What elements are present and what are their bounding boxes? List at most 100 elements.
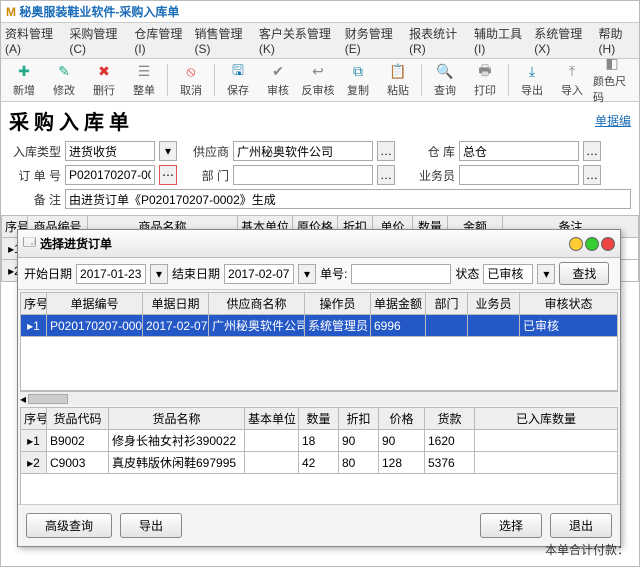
toolbar-反审核[interactable]: ↩反审核 bbox=[299, 62, 337, 98]
supplier-input[interactable] bbox=[233, 141, 373, 161]
toolbar-审核[interactable]: ✔审核 bbox=[259, 62, 297, 98]
exit-button[interactable]: 退出 bbox=[550, 513, 612, 538]
toolbar-取消[interactable]: ⦸取消 bbox=[172, 62, 210, 98]
select-button[interactable]: 选择 bbox=[480, 513, 542, 538]
toolbar-整单[interactable]: ☰整单 bbox=[125, 62, 163, 98]
row-marker: ▸ bbox=[8, 264, 14, 278]
toolbar: ✚新增✎修改✖删行☰整单⦸取消🖫保存✔审核↩反审核⧉复制📋粘贴🔍查询🖶打印⤓导出… bbox=[1, 59, 639, 102]
emp-input[interactable] bbox=[459, 165, 579, 185]
toolbar-粘贴[interactable]: 📋粘贴 bbox=[379, 62, 417, 98]
dept-input[interactable] bbox=[233, 165, 373, 185]
复制-icon: ⧉ bbox=[349, 63, 367, 81]
menu-item[interactable]: 辅助工具(I) bbox=[474, 25, 527, 56]
order-input[interactable] bbox=[65, 165, 155, 185]
total-label: 本单合计付款： bbox=[545, 541, 629, 558]
取消-icon: ⦸ bbox=[182, 63, 200, 81]
dept-picker[interactable]: … bbox=[377, 165, 395, 185]
export-button[interactable]: 导出 bbox=[120, 513, 182, 538]
row-marker: ▸ bbox=[27, 434, 33, 448]
toolbar-查询[interactable]: 🔍查询 bbox=[426, 62, 464, 98]
menu-item[interactable]: 客户关系管理(K) bbox=[259, 25, 338, 56]
dialog-title: 选择进货订单 bbox=[40, 235, 112, 252]
toolbar-保存[interactable]: 🖫保存 bbox=[219, 62, 257, 98]
toolbar-复制[interactable]: ⧉复制 bbox=[339, 62, 377, 98]
supplier-label: 供应商 bbox=[181, 143, 229, 160]
start-date-dropdown[interactable]: ▾ bbox=[150, 264, 168, 284]
col-header[interactable]: 审核状态 bbox=[520, 293, 618, 315]
toolbar-修改[interactable]: ✎修改 bbox=[45, 62, 83, 98]
table-row[interactable]: ▸1B9002修身长袖女衬衫3900221890901620 bbox=[21, 430, 618, 452]
emp-label: 业务员 bbox=[399, 167, 455, 184]
menu-item[interactable]: 资料管理(A) bbox=[5, 25, 62, 56]
close-icon[interactable] bbox=[601, 237, 615, 251]
emp-picker[interactable]: … bbox=[583, 165, 601, 185]
打印-icon: 🖶 bbox=[476, 63, 494, 81]
col-header[interactable]: 单据日期 bbox=[143, 293, 209, 315]
col-header[interactable]: 单据金额 bbox=[371, 293, 426, 315]
advanced-query-button[interactable]: 高级查询 bbox=[26, 513, 112, 538]
menu-item[interactable]: 系统管理(X) bbox=[534, 25, 591, 56]
col-header[interactable]: 货款 bbox=[425, 408, 475, 430]
start-date-input[interactable] bbox=[76, 264, 146, 284]
col-header[interactable]: 供应商名称 bbox=[209, 293, 305, 315]
dept-label: 部 门 bbox=[181, 167, 229, 184]
menu-item[interactable]: 财务管理(E) bbox=[345, 25, 402, 56]
保存-icon: 🖫 bbox=[229, 63, 247, 81]
col-header[interactable]: 序号 bbox=[21, 408, 47, 430]
select-order-dialog: 🗔选择进货订单 开始日期 ▾ 结束日期 ▾ 单号: 状态 ▾ 查找 序号单据编号… bbox=[17, 229, 621, 547]
menu-item[interactable]: 报表统计(R) bbox=[409, 25, 467, 56]
menu-item[interactable]: 仓库管理(I) bbox=[134, 25, 187, 56]
items-grid[interactable]: 序号货品代码货品名称基本单位数量折扣价格货款已入库数量▸1B9002修身长袖女衬… bbox=[20, 407, 618, 474]
col-header[interactable]: 货品名称 bbox=[109, 408, 245, 430]
col-header[interactable]: 折扣 bbox=[339, 408, 379, 430]
maximize-icon[interactable] bbox=[585, 237, 599, 251]
删行-icon: ✖ bbox=[95, 63, 113, 81]
颜色尺码-icon: ◧ bbox=[603, 55, 621, 72]
doc-title: 采 购 入 库 单 bbox=[9, 106, 129, 135]
minimize-icon[interactable] bbox=[569, 237, 583, 251]
col-header[interactable]: 业务员 bbox=[468, 293, 520, 315]
menu-item[interactable]: 采购管理(C) bbox=[69, 25, 127, 56]
supplier-picker[interactable]: … bbox=[377, 141, 395, 161]
table-row[interactable]: ▸2C9003真皮韩版休闲鞋69799542801285376 bbox=[21, 452, 618, 474]
menubar: 资料管理(A)采购管理(C)仓库管理(I)销售管理(S) 客户关系管理(K)财务管… bbox=[1, 23, 639, 59]
col-header[interactable]: 货品代码 bbox=[47, 408, 109, 430]
type-input[interactable] bbox=[65, 141, 155, 161]
menu-item[interactable]: 销售管理(S) bbox=[194, 25, 251, 56]
col-header[interactable]: 序号 bbox=[21, 293, 47, 315]
col-header[interactable]: 部门 bbox=[426, 293, 468, 315]
hscrollbar-top[interactable]: ◂ bbox=[20, 391, 618, 405]
status-dropdown[interactable]: ▾ bbox=[537, 264, 555, 284]
col-header[interactable]: 基本单位 bbox=[245, 408, 299, 430]
col-header[interactable]: 单据编号 bbox=[47, 293, 143, 315]
status-label: 状态 bbox=[455, 265, 479, 282]
menu-item[interactable]: 帮助(H) bbox=[599, 25, 635, 56]
warehouse-picker[interactable]: … bbox=[583, 141, 601, 161]
col-header[interactable]: 价格 bbox=[379, 408, 425, 430]
type-dropdown[interactable]: ▾ bbox=[159, 141, 177, 161]
edit-doc-link[interactable]: 单据编 bbox=[595, 112, 631, 129]
col-header[interactable]: 操作员 bbox=[305, 293, 371, 315]
find-button[interactable]: 查找 bbox=[559, 262, 609, 285]
type-label: 入库类型 bbox=[9, 143, 61, 160]
note-input[interactable] bbox=[65, 189, 631, 209]
table-row[interactable]: ▸1P020170207-00022017-02-07广州秘奥软件公司系统管理员… bbox=[21, 315, 618, 337]
end-date-input[interactable] bbox=[224, 264, 294, 284]
toolbar-颜色尺码[interactable]: ◧颜色尺码 bbox=[593, 62, 631, 98]
toolbar-打印[interactable]: 🖶打印 bbox=[466, 62, 504, 98]
warehouse-input[interactable] bbox=[459, 141, 579, 161]
status-input[interactable] bbox=[483, 264, 533, 284]
toolbar-导出[interactable]: ⤓导出 bbox=[513, 62, 551, 98]
col-header[interactable]: 数量 bbox=[299, 408, 339, 430]
end-date-dropdown[interactable]: ▾ bbox=[298, 264, 316, 284]
orders-grid[interactable]: 序号单据编号单据日期供应商名称操作员单据金额部门业务员审核状态▸1P020170… bbox=[20, 292, 618, 337]
col-header[interactable]: 已入库数量 bbox=[475, 408, 618, 430]
toolbar-导入[interactable]: ⤒导入 bbox=[553, 62, 591, 98]
dialog-titlebar[interactable]: 🗔选择进货订单 bbox=[18, 230, 620, 258]
toolbar-新增[interactable]: ✚新增 bbox=[5, 62, 43, 98]
toolbar-删行[interactable]: ✖删行 bbox=[85, 62, 123, 98]
order-picker[interactable]: ⋯ bbox=[159, 165, 177, 185]
start-date-label: 开始日期 bbox=[24, 265, 72, 282]
sn-input[interactable] bbox=[351, 264, 451, 284]
整单-icon: ☰ bbox=[135, 63, 153, 81]
